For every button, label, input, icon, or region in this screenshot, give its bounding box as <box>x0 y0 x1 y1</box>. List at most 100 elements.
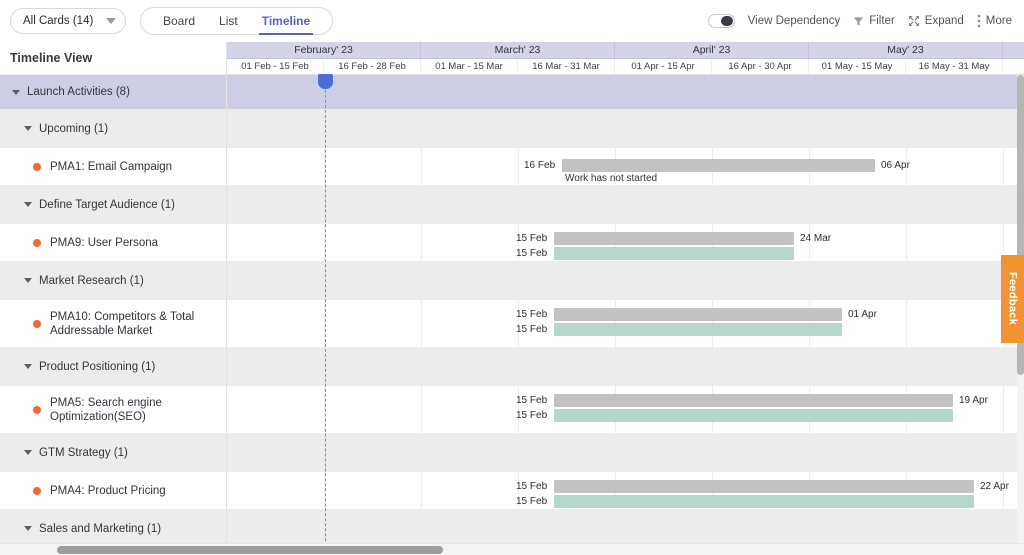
task-label: PMA1: Email Campaign <box>50 160 173 173</box>
sidebar-group-row[interactable]: Launch Activities (8) <box>0 75 226 110</box>
view-tabs: Board List Timeline <box>140 7 334 35</box>
toolbar: All Cards (14) Board List Timeline View … <box>0 0 1024 42</box>
sidebar-row-list: Launch Activities (8) Upcoming (1) PMA1: E… <box>0 75 226 555</box>
chevron-down-icon[interactable] <box>24 278 32 283</box>
all-cards-label: All Cards (14) <box>23 15 94 27</box>
gantt-bar-planned[interactable] <box>554 232 794 245</box>
filter-button[interactable]: Filter <box>853 15 895 27</box>
status-dot-icon <box>33 405 41 414</box>
status-dot-icon <box>33 238 41 247</box>
sidebar-task-row[interactable]: PMA1: Email Campaign <box>0 148 226 186</box>
sidebar-subgroup-row[interactable]: Product Positioning (1) <box>0 348 226 386</box>
funnel-icon <box>853 16 864 27</box>
actual-bar-start-date: 15 Feb <box>516 248 548 259</box>
bar-status-note: Work has not started <box>565 173 658 184</box>
actual-bar-start-date: 15 Feb <box>516 324 548 335</box>
month-header: February' 23 March' 23 April' 23 May' 23 <box>227 42 1024 59</box>
status-dot-icon <box>33 162 41 171</box>
halfmonth-header-cell: 01 Mar - 15 Mar <box>421 59 518 74</box>
status-dot-icon <box>33 319 41 328</box>
gantt-bar-actual[interactable] <box>554 409 953 422</box>
chevron-down-icon[interactable] <box>12 89 20 95</box>
more-label: More <box>985 15 1012 27</box>
bar-start-date: 15 Feb <box>516 395 548 406</box>
month-header-cell: February' 23 <box>227 42 421 58</box>
halfmonth-header-cell: 01 May - 15 May <box>809 59 906 74</box>
sidebar-subgroup-label: Market Research (1) <box>39 274 144 287</box>
actual-bar-start-date: 15 Feb <box>516 496 548 507</box>
toggle-knob <box>720 16 733 26</box>
gantt-bar-actual[interactable] <box>554 495 974 508</box>
halfmonth-header-cell: 16 Feb - 28 Feb <box>324 59 421 74</box>
sidebar-task-row[interactable]: PMA4: Product Pricing <box>0 472 226 510</box>
gantt-bar-planned[interactable] <box>554 394 953 407</box>
halfmonth-header-cell: 16 May - 31 May <box>906 59 1003 74</box>
chevron-down-icon[interactable] <box>24 450 32 455</box>
sidebar-task-row[interactable]: PMA5: Search engine Optimization(SEO) <box>0 386 226 434</box>
gantt-group-row <box>227 110 1024 148</box>
expand-button[interactable]: Expand <box>908 15 964 27</box>
gantt-bar-planned[interactable] <box>562 159 875 172</box>
sidebar-subgroup-label: Define Target Audience (1) <box>39 198 175 211</box>
feedback-label: Feedback <box>1006 272 1019 326</box>
actual-bar-start-date: 15 Feb <box>516 410 548 421</box>
task-label: PMA10: Competitors & Total Addressable M… <box>50 310 195 337</box>
sidebar-subgroup-label: GTM Strategy (1) <box>39 446 128 459</box>
sidebar-subgroup-label: Upcoming (1) <box>39 122 109 135</box>
bar-start-date: 15 Feb <box>516 481 548 492</box>
gantt-group-row <box>227 75 1024 110</box>
month-header-cell: March' 23 <box>421 42 615 58</box>
halfmonth-header-cell: 01 Feb - 15 Feb <box>227 59 324 74</box>
halfmonth-header: 01 Feb - 15 Feb 16 Feb - 28 Feb 01 Mar - 1… <box>227 59 1024 75</box>
gantt-task-row: 15 Feb 22 Apr 15 Feb <box>227 472 1024 510</box>
gantt-task-row: 15 Feb 24 Mar 15 Feb <box>227 224 1024 262</box>
sidebar-task-row[interactable]: PMA10: Competitors & Total Addressable M… <box>0 300 226 348</box>
gantt-bar-actual[interactable] <box>554 323 842 336</box>
view-dependency-label: View Dependency <box>747 15 841 27</box>
tab-list[interactable]: List <box>219 8 238 34</box>
today-indicator-badge[interactable] <box>318 74 333 89</box>
task-label: PMA5: Search engine Optimization(SEO) <box>50 396 162 423</box>
sidebar-subgroup-row[interactable]: GTM Strategy (1) <box>0 434 226 472</box>
chevron-down-icon[interactable] <box>24 526 32 531</box>
chevron-down-icon[interactable] <box>24 202 32 207</box>
bar-start-date: 15 Feb <box>516 309 548 320</box>
gantt-group-row <box>227 348 1024 386</box>
gantt-grid: 16 Feb 06 Apr Work has not started 15 Feb 24… <box>227 74 1024 555</box>
gantt-bar-planned[interactable] <box>554 480 974 493</box>
horizontal-scrollbar[interactable] <box>0 543 1024 555</box>
month-header-cell: April' 23 <box>615 42 809 58</box>
more-button[interactable]: More <box>977 14 1012 28</box>
sidebar-task-row[interactable]: PMA9: User Persona <box>0 224 226 262</box>
tab-timeline[interactable]: Timeline <box>258 8 314 35</box>
gantt-group-row <box>227 434 1024 472</box>
task-label: PMA4: Product Pricing <box>50 484 166 497</box>
timeline-app: All Cards (14) Board List Timeline View … <box>0 0 1024 555</box>
all-cards-dropdown[interactable]: All Cards (14) <box>10 8 126 34</box>
timeline-sidebar: Timeline View Launch Activities (8) Upcom… <box>0 42 227 555</box>
expand-arrows-icon <box>908 15 920 27</box>
bar-end-date: 01 Apr <box>848 309 877 320</box>
sidebar-subgroup-row[interactable]: Market Research (1) <box>0 262 226 300</box>
gantt-bar-actual[interactable] <box>554 247 794 260</box>
tab-board[interactable]: Board <box>163 8 195 34</box>
chevron-down-icon[interactable] <box>24 364 32 369</box>
view-dependency-toggle[interactable] <box>707 14 735 28</box>
toolbar-actions: View Dependency Filter Expand More <box>707 14 1012 28</box>
bar-start-date: 16 Feb <box>524 160 556 171</box>
expand-label: Expand <box>924 15 964 27</box>
gantt-bar-planned[interactable] <box>554 308 842 321</box>
sidebar-subgroup-row[interactable]: Define Target Audience (1) <box>0 186 226 224</box>
sidebar-subgroup-label: Sales and Marketing (1) <box>39 522 162 535</box>
status-dot-icon <box>33 486 41 495</box>
sidebar-subgroup-label: Product Positioning (1) <box>39 360 156 373</box>
gantt-task-row: 16 Feb 06 Apr Work has not started <box>227 148 1024 186</box>
sidebar-subgroup-row[interactable]: Upcoming (1) <box>0 110 226 148</box>
feedback-tab[interactable]: Feedback <box>1001 255 1024 343</box>
horizontal-scrollbar-thumb[interactable] <box>57 546 443 554</box>
halfmonth-header-cell: 16 Apr - 30 Apr <box>712 59 809 74</box>
sidebar-title: Timeline View <box>0 42 226 75</box>
chevron-down-icon[interactable] <box>24 126 32 131</box>
gantt-task-row: 15 Feb 19 Apr 15 Feb <box>227 386 1024 434</box>
gantt-group-row <box>227 186 1024 224</box>
